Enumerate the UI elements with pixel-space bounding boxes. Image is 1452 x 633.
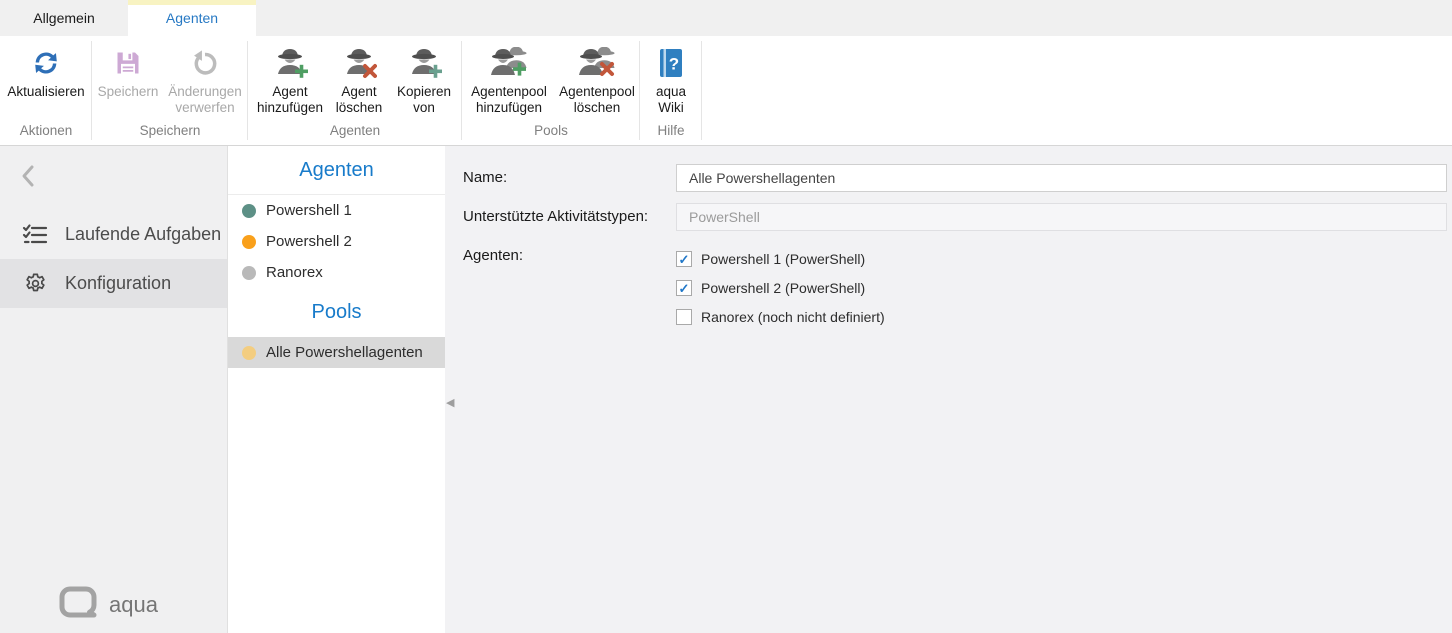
agents-label: Agenten: (463, 242, 676, 337)
ribbon-tab-bar: Allgemein Agenten (0, 0, 1452, 36)
aqua-logo-text: aqua (109, 592, 158, 618)
tab-allgemein-label: Allgemein (33, 10, 94, 26)
ribbon-button-label: aqua Wiki (644, 84, 698, 117)
form-row-name: Name: (463, 164, 1447, 192)
checkbox-label: Powershell 1 (PowerShell) (701, 251, 865, 267)
aqua-logo: aqua (58, 585, 158, 625)
ribbon-button-agentenpool-loeschen[interactable]: Agentenpool löschen (555, 43, 639, 119)
ribbon-button-aqua-wiki[interactable]: ? aqua Wiki (640, 43, 702, 119)
ribbon-button-kopieren-von[interactable]: Kopieren von (390, 43, 458, 119)
ribbon-group-label-hilfe: Hilfe (640, 122, 702, 145)
list-item-label: Powershell 1 (266, 202, 352, 219)
ribbon-button-aenderungen-verwerfen[interactable]: Änderungen verwerfen (163, 43, 247, 119)
checkbox-row-ranorex[interactable]: Ranorex (noch nicht definiert) (676, 308, 885, 326)
tab-agenten[interactable]: Agenten (128, 0, 256, 36)
ribbon: Aktualisieren Aktionen Speichern (0, 36, 1452, 146)
ribbon-group-label-agenten: Agenten (248, 122, 462, 145)
status-dot (242, 204, 256, 218)
ribbon-group-hilfe: ? aqua Wiki Hilfe (640, 36, 702, 145)
agent-delete-icon (341, 45, 377, 81)
pool-detail-form: ◀ Name: Unterstützte Aktivitätstypen: Ag… (445, 146, 1452, 633)
pool-add-icon (489, 45, 529, 81)
checkbox-ranorex[interactable] (676, 309, 692, 325)
status-dot (242, 346, 256, 360)
ribbon-button-label: Agentenpool hinzufügen (467, 84, 551, 117)
agents-checkbox-group: ✓ Powershell 1 (PowerShell) ✓ Powershell… (676, 242, 885, 337)
form-row-agents: Agenten: ✓ Powershell 1 (PowerShell) ✓ P… (463, 242, 1447, 337)
checkbox-label: Powershell 2 (PowerShell) (701, 280, 865, 296)
status-dot (242, 235, 256, 249)
form-row-activity-types: Unterstützte Aktivitätstypen: (463, 203, 1447, 231)
checkbox-powershell-2[interactable]: ✓ (676, 280, 692, 296)
status-dot (242, 266, 256, 280)
nav-sidebar: Laufende Aufgaben Konfiguration aqua (0, 146, 227, 633)
sidebar-item-konfiguration[interactable]: Konfiguration (0, 259, 227, 308)
gear-icon (22, 272, 48, 295)
ribbon-group-aktionen: Aktualisieren Aktionen (0, 36, 92, 145)
sidebar-item-laufende-aufgaben[interactable]: Laufende Aufgaben (0, 210, 227, 259)
activity-types-input (676, 203, 1447, 231)
panel-header-agenten: Agenten (228, 146, 445, 195)
agent-add-icon (272, 45, 308, 81)
ribbon-button-label: Aktualisieren (7, 84, 84, 100)
list-item-powershell-2[interactable]: Powershell 2 (228, 226, 445, 257)
ribbon-button-agent-loeschen[interactable]: Agent löschen (328, 43, 390, 119)
undo-icon (191, 45, 219, 81)
ribbon-button-speichern[interactable]: Speichern (93, 43, 163, 102)
agent-copy-icon (406, 45, 442, 81)
list-item-label: Ranorex (266, 264, 323, 281)
checkbox-row-powershell-2[interactable]: ✓ Powershell 2 (PowerShell) (676, 279, 885, 297)
ribbon-group-pools: Agentenpool hinzufügen (462, 36, 640, 145)
ribbon-button-label: Speichern (98, 84, 159, 100)
tab-agenten-label: Agenten (166, 10, 218, 26)
list-item-powershell-1[interactable]: Powershell 1 (228, 195, 445, 226)
ribbon-button-label: Änderungen verwerfen (167, 84, 243, 117)
list-item-label: Alle Powershellagenten (266, 344, 423, 361)
ribbon-button-label: Kopieren von (394, 84, 454, 117)
name-label: Name: (463, 164, 676, 192)
ribbon-button-aktualisieren[interactable]: Aktualisieren (3, 43, 88, 102)
ribbon-button-agent-hinzufuegen[interactable]: Agent hinzufügen (252, 43, 328, 119)
collapse-panel-arrow-icon[interactable]: ◀ (446, 396, 454, 409)
activity-types-label: Unterstützte Aktivitätstypen: (463, 203, 676, 231)
ribbon-group-label-pools: Pools (462, 122, 640, 145)
ribbon-group-agenten: Agent hinzufügen Agent löschen (248, 36, 462, 145)
wiki-icon: ? (658, 45, 684, 81)
panel-header-pools: Pools (228, 288, 445, 337)
content-area: Laufende Aufgaben Konfiguration aqua (0, 146, 1452, 633)
task-list-icon (22, 223, 48, 247)
list-item-alle-powershellagenten[interactable]: Alle Powershellagenten (228, 337, 445, 368)
tab-allgemein[interactable]: Allgemein (0, 0, 128, 36)
pool-delete-icon (577, 45, 617, 81)
checkbox-powershell-1[interactable]: ✓ (676, 251, 692, 267)
aqua-logo-icon (58, 585, 100, 625)
save-icon (114, 45, 142, 81)
ribbon-group-label-aktionen: Aktionen (0, 122, 92, 145)
sidebar-item-label: Laufende Aufgaben (65, 224, 221, 245)
ribbon-button-label: Agent hinzufügen (256, 84, 324, 117)
svg-text:?: ? (669, 55, 679, 74)
list-item-ranorex[interactable]: Ranorex (228, 257, 445, 288)
refresh-icon (30, 45, 62, 81)
list-item-label: Powershell 2 (266, 233, 352, 250)
ribbon-group-label-speichern: Speichern (92, 122, 248, 145)
ribbon-group-speichern: Speichern Änderungen verwerfen Speichern (92, 36, 248, 145)
name-input[interactable] (676, 164, 1447, 192)
ribbon-button-agentenpool-hinzufuegen[interactable]: Agentenpool hinzufügen (463, 43, 555, 119)
checkbox-label: Ranorex (noch nicht definiert) (701, 309, 885, 325)
ribbon-button-label: Agentenpool löschen (559, 84, 635, 117)
agents-pools-panel: Agenten Powershell 1 Powershell 2 Ranore… (227, 146, 445, 633)
collapse-sidebar-chevron-icon[interactable] (20, 164, 37, 193)
checkbox-row-powershell-1[interactable]: ✓ Powershell 1 (PowerShell) (676, 250, 885, 268)
sidebar-item-label: Konfiguration (65, 273, 171, 294)
ribbon-button-label: Agent löschen (332, 84, 386, 117)
